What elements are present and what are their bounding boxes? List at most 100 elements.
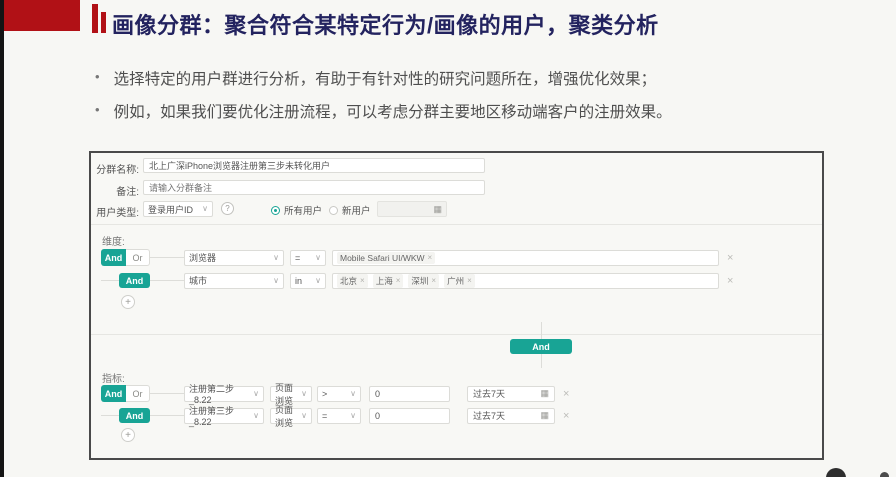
metric-date-range-picker[interactable]: 过去7天 ▦ [467, 386, 555, 402]
metric-event-value: 注册第二步_8.22 [189, 382, 253, 405]
dimension-operator-value: = [295, 253, 300, 263]
chevron-down-icon: ∨ [350, 412, 356, 420]
and-button[interactable]: And [101, 385, 126, 402]
metric-value: 0 [375, 411, 380, 421]
dimensions-section-label: 维度: [102, 233, 125, 248]
and-button[interactable]: And [101, 249, 126, 266]
segment-name-input[interactable] [143, 158, 485, 173]
metric-event-select[interactable]: 注册第三步_8.22 ∨ [184, 408, 264, 424]
calendar-icon: ▦ [540, 388, 549, 399]
metric-operator-value: > [322, 389, 327, 399]
section-divider [91, 224, 822, 225]
bullet-icon: • [95, 67, 100, 87]
title-accent-bar [101, 12, 106, 33]
connector-line [541, 322, 542, 339]
value-tag: Mobile Safari UI/WKW × [337, 252, 435, 264]
add-dimension-button[interactable]: + [121, 295, 135, 309]
red-corner-block [4, 0, 80, 31]
metric-operator-select[interactable]: > ∨ [317, 386, 361, 402]
title-accent-bar [92, 4, 98, 33]
note-input[interactable] [143, 180, 485, 195]
sections-and-connector-button[interactable]: And [510, 339, 572, 354]
metric-operator-select[interactable]: = ∨ [317, 408, 361, 424]
remove-tag-icon[interactable]: × [467, 276, 472, 285]
radio-selected-icon [271, 206, 280, 215]
connector-line [150, 280, 184, 281]
and-button[interactable]: And [119, 408, 150, 423]
dimension-operator-value: in [295, 276, 302, 286]
left-edge-strip [0, 0, 4, 477]
dimension-operator-select[interactable]: in ∨ [290, 273, 326, 289]
radio-all-users[interactable]: 所有用户 [271, 203, 322, 217]
overlay-partial-dot [880, 472, 889, 477]
metric-range-value: 过去7天 [473, 409, 505, 422]
tag-label: Mobile Safari UI/WKW [340, 253, 425, 263]
metric-value-input[interactable]: 0 [369, 408, 450, 424]
metric-operator-value: = [322, 411, 327, 421]
value-tag: 上海 × [373, 274, 404, 288]
chevron-down-icon: ∨ [315, 277, 321, 285]
bullet-icon: • [95, 100, 100, 120]
dimension-values-input[interactable]: 北京 × 上海 × 深圳 × 广州 × [332, 273, 719, 289]
chevron-down-icon: ∨ [301, 390, 307, 398]
dimension-field-select[interactable]: 城市 ∨ [184, 273, 284, 289]
dimension-row: And 城市 ∨ in ∨ 北京 × 上海 × 深圳 [101, 272, 733, 289]
or-button[interactable]: Or [126, 385, 150, 402]
bullet-item: • 选择特定的用户群进行分析，有助于有针对性的研究问题所在，增强优化效果； [95, 67, 835, 89]
bullet-item: • 例如，如果我们要优化注册流程，可以考虑分群主要地区移动端客户的注册效果。 [95, 100, 835, 122]
dimension-operator-select[interactable]: = ∨ [290, 250, 326, 266]
remove-tag-icon[interactable]: × [396, 276, 401, 285]
dimension-field-value: 城市 [189, 274, 207, 287]
connector-line [101, 280, 119, 281]
remove-row-icon[interactable]: × [727, 275, 733, 287]
date-range-picker-disabled: ▦ [377, 201, 447, 217]
calendar-icon: ▦ [540, 410, 549, 421]
user-type-select[interactable]: 登录用户ID ∨ [143, 201, 213, 217]
value-tag: 广州 × [444, 274, 475, 288]
tag-label: 深圳 [411, 275, 428, 287]
metric-value: 0 [375, 389, 380, 399]
help-icon[interactable]: ? [221, 202, 234, 215]
dimension-values-input[interactable]: Mobile Safari UI/WKW × [332, 250, 719, 266]
metric-date-range-picker[interactable]: 过去7天 ▦ [467, 408, 555, 424]
metric-value-input[interactable]: 0 [369, 386, 450, 402]
remove-row-icon[interactable]: × [727, 252, 733, 264]
metric-measure-select[interactable]: 页面浏览 ∨ [270, 408, 312, 424]
radio-new-users[interactable]: 新用户 [329, 203, 371, 217]
and-or-toggle: And Or [101, 385, 150, 402]
chevron-down-icon: ∨ [350, 390, 356, 398]
value-tag: 北京 × [337, 274, 368, 288]
dimension-field-value: 浏览器 [189, 251, 216, 264]
radio-all-users-label: 所有用户 [284, 203, 322, 217]
metrics-section-label: 指标: [102, 370, 125, 385]
and-button[interactable]: And [119, 273, 150, 288]
remove-row-icon[interactable]: × [563, 388, 569, 400]
page-title: 画像分群：聚合符合某特定行为/画像的用户，聚类分析 [112, 8, 659, 40]
section-divider [91, 334, 822, 335]
metric-measure-select[interactable]: 页面浏览 ∨ [270, 386, 312, 402]
calendar-icon: ▦ [433, 204, 442, 215]
add-metric-button[interactable]: + [121, 428, 135, 442]
connector-line [150, 257, 184, 258]
chevron-down-icon: ∨ [301, 412, 307, 420]
remove-tag-icon[interactable]: × [428, 253, 433, 262]
remove-tag-icon[interactable]: × [360, 276, 365, 285]
tag-label: 广州 [447, 275, 464, 287]
dimension-field-select[interactable]: 浏览器 ∨ [184, 250, 284, 266]
metric-row: And Or 注册第二步_8.22 ∨ 页面浏览 ∨ > ∨ 0 过去7天 ▦ [101, 385, 569, 402]
metric-measure-value: 页面浏览 [275, 403, 301, 429]
metric-range-value: 过去7天 [473, 387, 505, 400]
remove-tag-icon[interactable]: × [431, 276, 436, 285]
chevron-down-icon: ∨ [202, 205, 208, 213]
slide-canvas: 画像分群：聚合符合某特定行为/画像的用户，聚类分析 • 选择特定的用户群进行分析… [0, 0, 896, 477]
remove-row-icon[interactable]: × [563, 410, 569, 422]
metric-event-select[interactable]: 注册第二步_8.22 ∨ [184, 386, 264, 402]
user-type-value: 登录用户ID [148, 203, 193, 216]
value-tag: 深圳 × [408, 274, 439, 288]
chevron-down-icon: ∨ [253, 390, 259, 398]
segment-name-label: 分群名称: [93, 161, 139, 176]
or-button[interactable]: Or [126, 249, 150, 266]
connector-line [101, 415, 119, 416]
user-type-label: 用户类型: [93, 204, 139, 219]
radio-unselected-icon [329, 206, 338, 215]
